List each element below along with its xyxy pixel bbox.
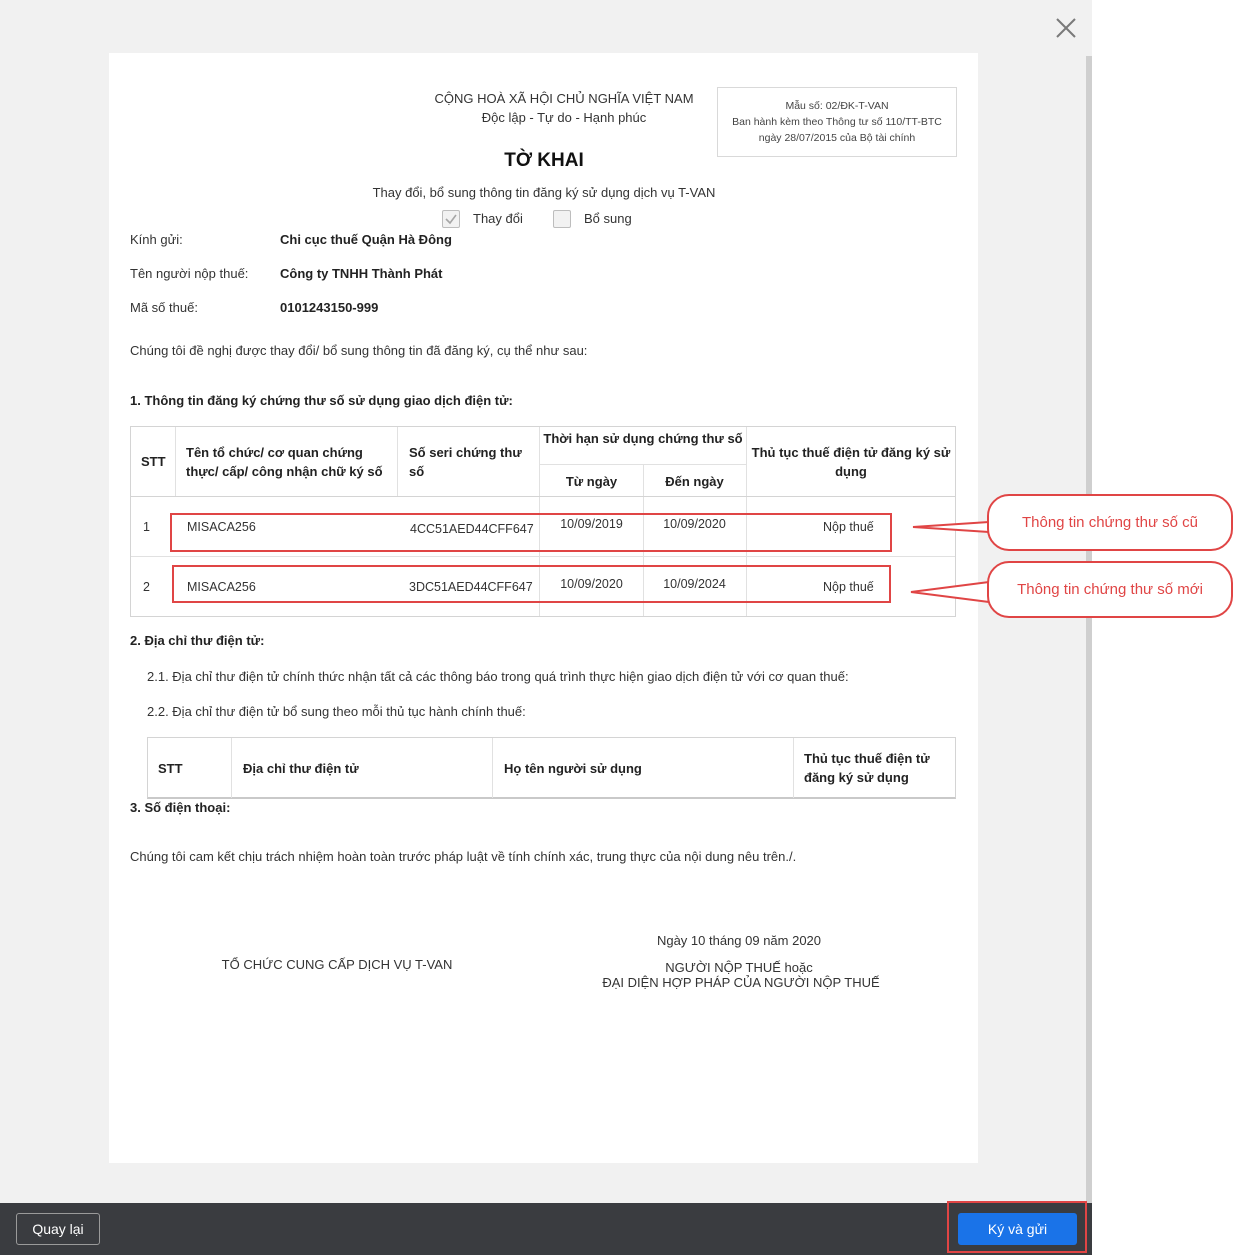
- tax-code-label: Mã số thuế:: [130, 300, 198, 315]
- change-checkbox[interactable]: [442, 210, 460, 228]
- email-col-stt: STT: [158, 761, 183, 776]
- footer-bar: [0, 1203, 1092, 1255]
- grid-line: [131, 496, 955, 497]
- col-period: Thời hạn sử dụng chứng thư số: [543, 431, 743, 446]
- country-name: CỘNG HOÀ XÃ HỘI CHỦ NGHĨA VIỆT NAM: [434, 91, 694, 106]
- email-col-procedure: Thủ tục thuế điện tử đăng ký sử dụng: [804, 751, 930, 785]
- section2-item1: 2.1. Địa chỉ thư điện tử chính thức nhận…: [147, 669, 849, 684]
- check-icon: [445, 214, 457, 225]
- callout-pointers: [910, 521, 990, 603]
- document-title: TỜ KHAI: [504, 150, 584, 171]
- grid-line: [231, 738, 232, 798]
- declaration-document: CỘNG HOÀ XÃ HỘI CHỦ NGHĨA VIỆT NAM Độc l…: [109, 53, 978, 1163]
- add-option-label: Bổ sung: [584, 211, 632, 226]
- tax-code-value: 0101243150-999: [280, 300, 379, 315]
- close-button[interactable]: [1052, 14, 1080, 42]
- email-col-address: Địa chỉ thư điện tử: [243, 761, 359, 776]
- grid-line: [131, 556, 955, 557]
- email-table: STT Địa chỉ thư điện tử Họ tên người sử …: [147, 737, 956, 799]
- add-checkbox[interactable]: [553, 210, 571, 228]
- national-header: CỘNG HOÀ XÃ HỘI CHỦ NGHĨA VIỆT NAM Độc l…: [369, 89, 759, 127]
- grid-line: [492, 738, 493, 798]
- taxpayer-name-label: Tên người nộp thuế:: [130, 266, 249, 281]
- col-from: Từ ngày: [565, 474, 618, 489]
- annotation-area: [1092, 0, 1243, 1255]
- back-button[interactable]: Quay lại: [16, 1213, 100, 1245]
- row2-stt: 2: [143, 580, 150, 594]
- section2-title: 2. Địa chỉ thư điện tử:: [130, 633, 265, 648]
- intro-text: Chúng tôi đề nghị được thay đổi/ bổ sung…: [130, 343, 588, 358]
- col-org: Tên tổ chức/ cơ quan chứng thực/ cấp/ cô…: [186, 445, 383, 479]
- col-procedure: Thủ tục thuế điện tử đăng ký sử dụng: [751, 445, 951, 479]
- taxpayer-name-value: Công ty TNHH Thành Phát: [280, 266, 443, 281]
- col-to: Đến ngày: [665, 474, 724, 489]
- email-col-user: Họ tên người sử dụng: [504, 761, 642, 776]
- old-certificate-callout: Thông tin chứng thư số cũ: [987, 494, 1233, 551]
- old-certificate-highlight: [170, 513, 892, 552]
- col-serial: Số seri chứng thư số: [409, 445, 522, 479]
- recipient-value: Chi cục thuế Quận Hà Đông: [280, 232, 452, 247]
- form-date: ngày 28/07/2015 của Bộ tài chính: [758, 132, 916, 144]
- section2-item2: 2.2. Địa chỉ thư điện tử bổ sung theo mỗ…: [147, 704, 526, 719]
- recipient-label: Kính gửi:: [130, 232, 183, 247]
- form-number: Mẫu số: 02/ĐK-T-VAN: [785, 100, 889, 112]
- section3-title: 3. Số điện thoại:: [130, 800, 231, 815]
- legal-representative-title: ĐẠI DIỆN HỢP PHÁP CỦA NGƯỜI NỘP THUẾ: [602, 975, 880, 990]
- grid-line: [397, 427, 398, 496]
- row1-stt: 1: [143, 520, 150, 534]
- grid-line: [793, 738, 794, 798]
- form-issued: Ban hành kèm theo Thông tư số 110/TT-BTC: [732, 116, 942, 128]
- document-subtitle: Thay đổi, bổ sung thông tin đăng ký sử d…: [372, 185, 716, 200]
- new-certificate-callout: Thông tin chứng thư số mới: [987, 561, 1233, 618]
- national-motto: Độc lập - Tự do - Hạnh phúc: [481, 110, 647, 125]
- commitment-text: Chúng tôi cam kết chịu trách nhiệm hoàn …: [130, 849, 797, 864]
- grid-line: [539, 464, 747, 465]
- new-certificate-highlight: [172, 565, 891, 603]
- close-icon: [1056, 18, 1076, 38]
- sign-and-send-button[interactable]: Ký và gửi: [958, 1213, 1077, 1245]
- grid-line: [175, 427, 176, 496]
- section1-title: 1. Thông tin đăng ký chứng thư số sử dụn…: [130, 393, 513, 408]
- change-option-label: Thay đổi: [473, 211, 523, 226]
- tvan-signature-title: TỔ CHỨC CUNG CẤP DỊCH VỤ T-VAN: [221, 957, 453, 972]
- taxpayer-signature-title: NGƯỜI NỘP THUẾ hoặc: [665, 960, 813, 975]
- signature-date: Ngày 10 tháng 09 năm 2020: [656, 933, 822, 948]
- form-number-box: Mẫu số: 02/ĐK-T-VAN Ban hành kèm theo Th…: [717, 87, 957, 157]
- col-stt: STT: [141, 454, 166, 469]
